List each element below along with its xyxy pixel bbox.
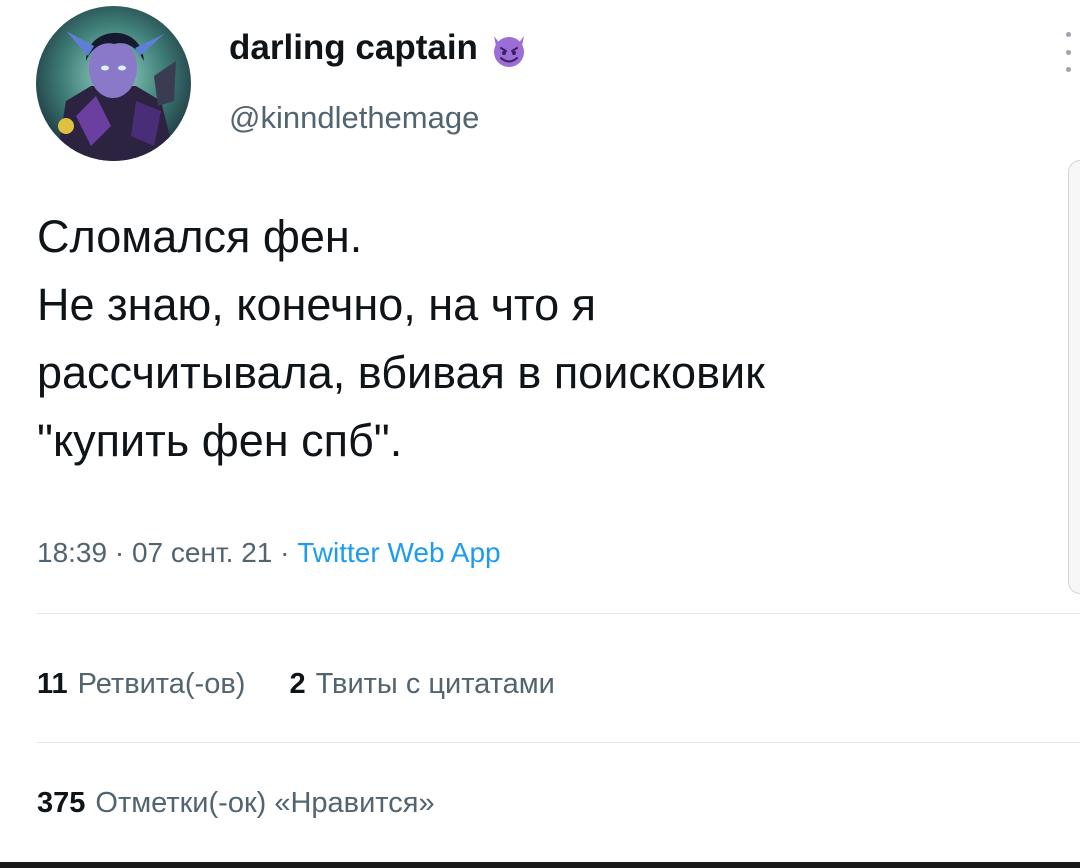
more-dot [1065,67,1071,72]
tweet-time[interactable]: 18:39 [37,537,107,568]
tweet-source-link[interactable]: Twitter Web App [297,537,500,568]
tweet-text: Сломался фен. Не знаю, конечно, на что я… [37,203,1080,475]
avatar-image [36,6,191,161]
tweet-line: "купить фен спб". [37,415,403,466]
quotes-label: Твиты с цитатами [315,668,555,700]
divider [36,742,1080,743]
author-handle[interactable]: @kinndlethemage [229,100,479,136]
quotes-count: 2 [289,668,306,700]
likes-stats-row: 375 Отметки(-ок) «Нравится» [37,783,435,823]
tweet-line: Сломался фен. [37,211,363,262]
retweets-label: Ретвита(-ов) [77,668,246,700]
meta-separator: · [114,537,125,568]
meta-separator: · [280,537,290,568]
tweet-metadata: 18:39 · 07 сент. 21 · Twitter Web App [37,533,501,573]
retweets-count: 11 [37,668,68,700]
smiling-face-with-horns-icon [488,28,530,68]
likes-stat[interactable]: 375 Отметки(-ок) «Нравится» [37,787,435,819]
tweet-date[interactable]: 07 сент. 21 [132,537,272,568]
author-display-name[interactable]: darling captain [229,28,530,68]
engagement-stats-row: 11 Ретвита(-ов) 2 Твиты с цитатами [37,664,555,704]
tweet-line: рассчитывала, вбивая в поисковик [37,347,765,398]
bottom-bar [0,862,1080,868]
quotes-stat[interactable]: 2 Твиты с цитатами [289,668,554,700]
divider [36,613,1080,614]
avatar[interactable] [36,6,191,161]
likes-label: Отметки(-ок) «Нравится» [95,787,435,819]
tweet-line: Не знаю, конечно, на что я [37,279,597,330]
retweets-stat[interactable]: 11 Ретвита(-ов) [37,668,245,700]
more-dot [1065,32,1071,37]
more-dot [1065,49,1071,55]
display-name-text: darling captain [229,28,478,67]
more-options-icon[interactable] [1061,32,1075,72]
likes-count: 375 [37,787,86,819]
